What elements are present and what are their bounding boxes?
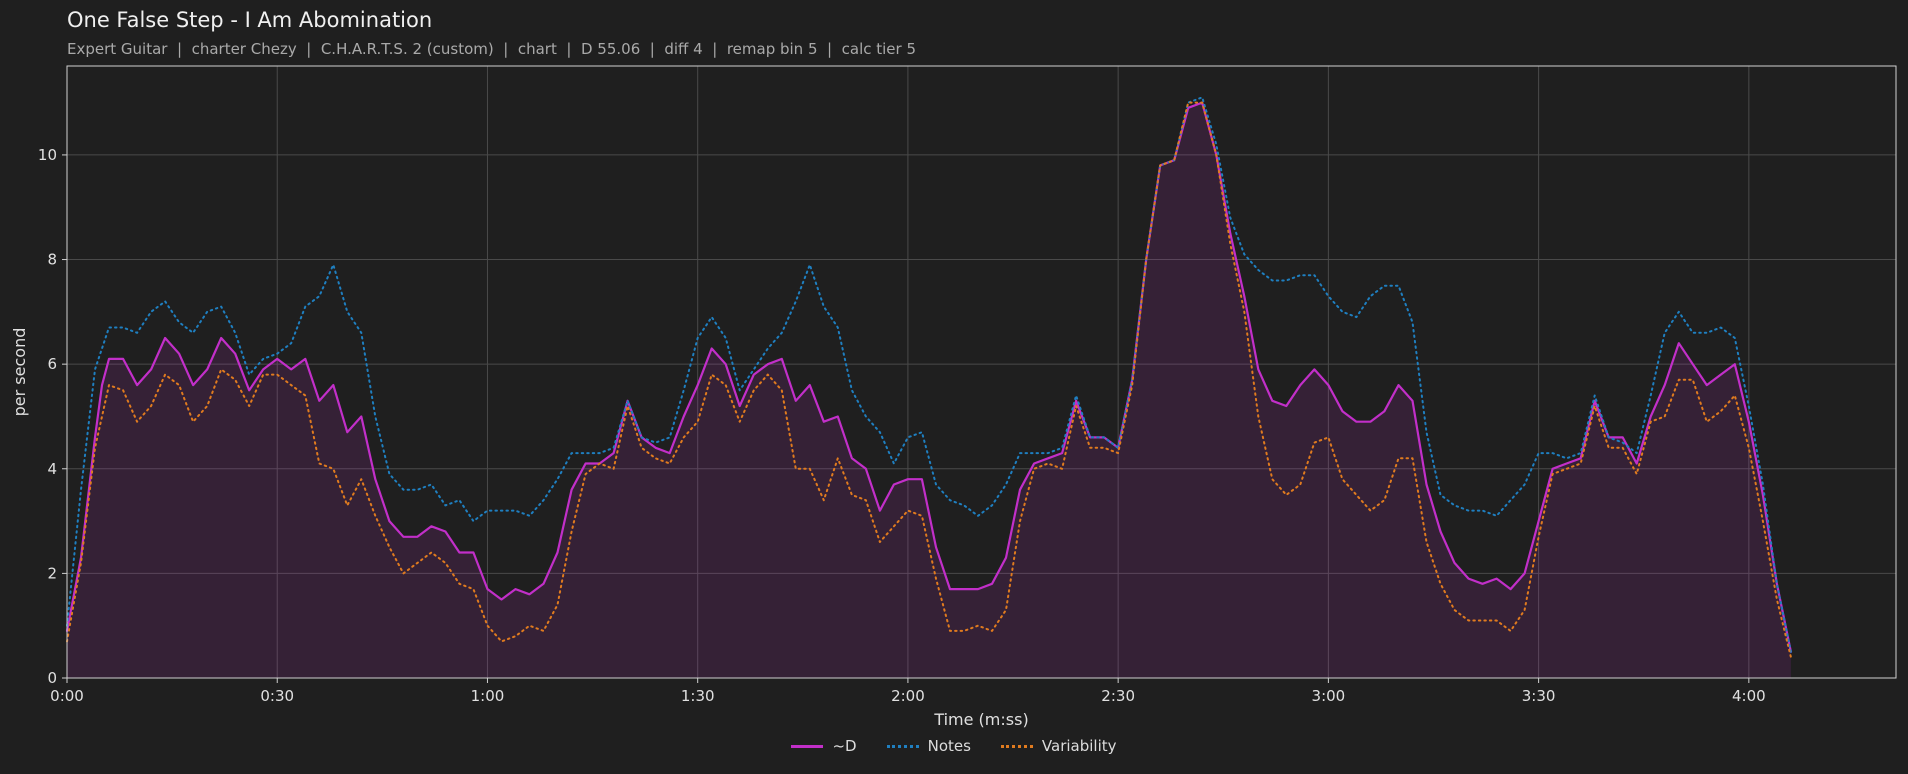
x-tick-label-1: 0:30 (260, 687, 294, 705)
x-tick-label-4: 2:00 (891, 687, 925, 705)
legend-label-d: ~D (832, 737, 857, 755)
y-tick-label-4: 8 (47, 251, 57, 269)
chart-legend: ~D Notes Variability (0, 737, 1908, 755)
y-tick-label-2: 4 (47, 460, 57, 478)
x-tick-label-5: 2:30 (1101, 687, 1135, 705)
x-tick-label-2: 1:00 (471, 687, 505, 705)
x-tick-label-7: 3:30 (1522, 687, 1556, 705)
y-tick-label-5: 10 (38, 146, 57, 164)
legend-item-variability: Variability (1000, 737, 1117, 755)
line-chart: 0:00 0:30 1:00 1:30 2:00 2:30 3:00 3:30 4:00 0 2 4 6… (10, 65, 1897, 729)
y-tick-label-1: 2 (47, 564, 57, 582)
x-tick-label-6: 3:00 (1312, 687, 1346, 705)
x-axis-label: Time (m:ss) (933, 710, 1028, 729)
legend-label-notes: Notes (927, 737, 971, 755)
legend-item-d: ~D (791, 737, 857, 755)
x-tick-label-8: 4:00 (1732, 687, 1766, 705)
y-tick-label-3: 6 (47, 355, 57, 373)
y-tick-label-0: 0 (47, 669, 57, 687)
legend-swatch-notes (886, 744, 919, 748)
legend-item-notes: Notes (886, 737, 971, 755)
x-tick-label-0: 0:00 (50, 687, 84, 705)
x-tick-label-3: 1:30 (681, 687, 715, 705)
legend-swatch-variability (1000, 744, 1033, 748)
y-axis-label: per second (10, 328, 29, 417)
legend-label-variability: Variability (1041, 737, 1117, 755)
legend-swatch-d (791, 744, 824, 748)
